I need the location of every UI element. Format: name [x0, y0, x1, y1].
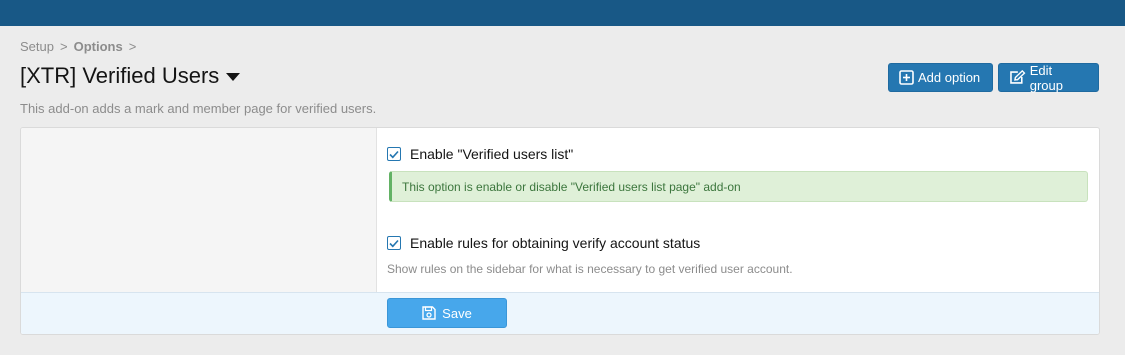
top-navigation-bar [0, 0, 1125, 26]
page-title: [XTR] Verified Users [20, 63, 220, 88]
breadcrumb: Setup > Options > [20, 39, 142, 54]
page-description: This add-on adds a mark and member page … [20, 101, 377, 116]
verify-rules-checkbox[interactable] [387, 236, 401, 250]
checkmark-icon [389, 150, 399, 158]
edit-group-label: Edit group [1029, 62, 1063, 93]
verify-rules-hint: Show rules on the sidebar for what is ne… [387, 262, 793, 276]
form-submit-row: Save [21, 292, 1099, 334]
breadcrumb-separator-icon: > [128, 39, 137, 54]
edit-icon [1010, 70, 1026, 84]
options-form-panel: Enable "Verified users list" This option… [20, 127, 1100, 335]
option-verify-rules[interactable]: Enable rules for obtaining verify accoun… [387, 235, 700, 251]
caret-down-icon[interactable] [226, 73, 241, 81]
save-label: Save [442, 305, 472, 321]
verified-users-list-checkbox[interactable] [387, 147, 401, 161]
floppy-disk-icon [422, 306, 436, 320]
add-option-label: Add option [918, 70, 981, 85]
form-label-column [21, 128, 377, 292]
edit-group-button[interactable]: Edit group [998, 62, 1099, 93]
add-option-button[interactable]: Add option [888, 63, 993, 92]
save-button[interactable]: Save [387, 298, 507, 328]
breadcrumb-separator-icon: > [59, 39, 68, 54]
breadcrumb-options[interactable]: Options [74, 39, 123, 54]
breadcrumb-setup[interactable]: Setup [20, 39, 54, 54]
page-title-row: [XTR] Verified Users [20, 63, 241, 89]
option-verified-users-list[interactable]: Enable "Verified users list" [387, 146, 573, 162]
verified-users-list-explain: This option is enable or disable "Verifi… [389, 171, 1088, 202]
checkmark-icon [389, 239, 399, 247]
verified-users-list-label: Enable "Verified users list" [410, 146, 574, 162]
verify-rules-label: Enable rules for obtaining verify accoun… [410, 235, 701, 251]
plus-square-icon [899, 70, 914, 85]
